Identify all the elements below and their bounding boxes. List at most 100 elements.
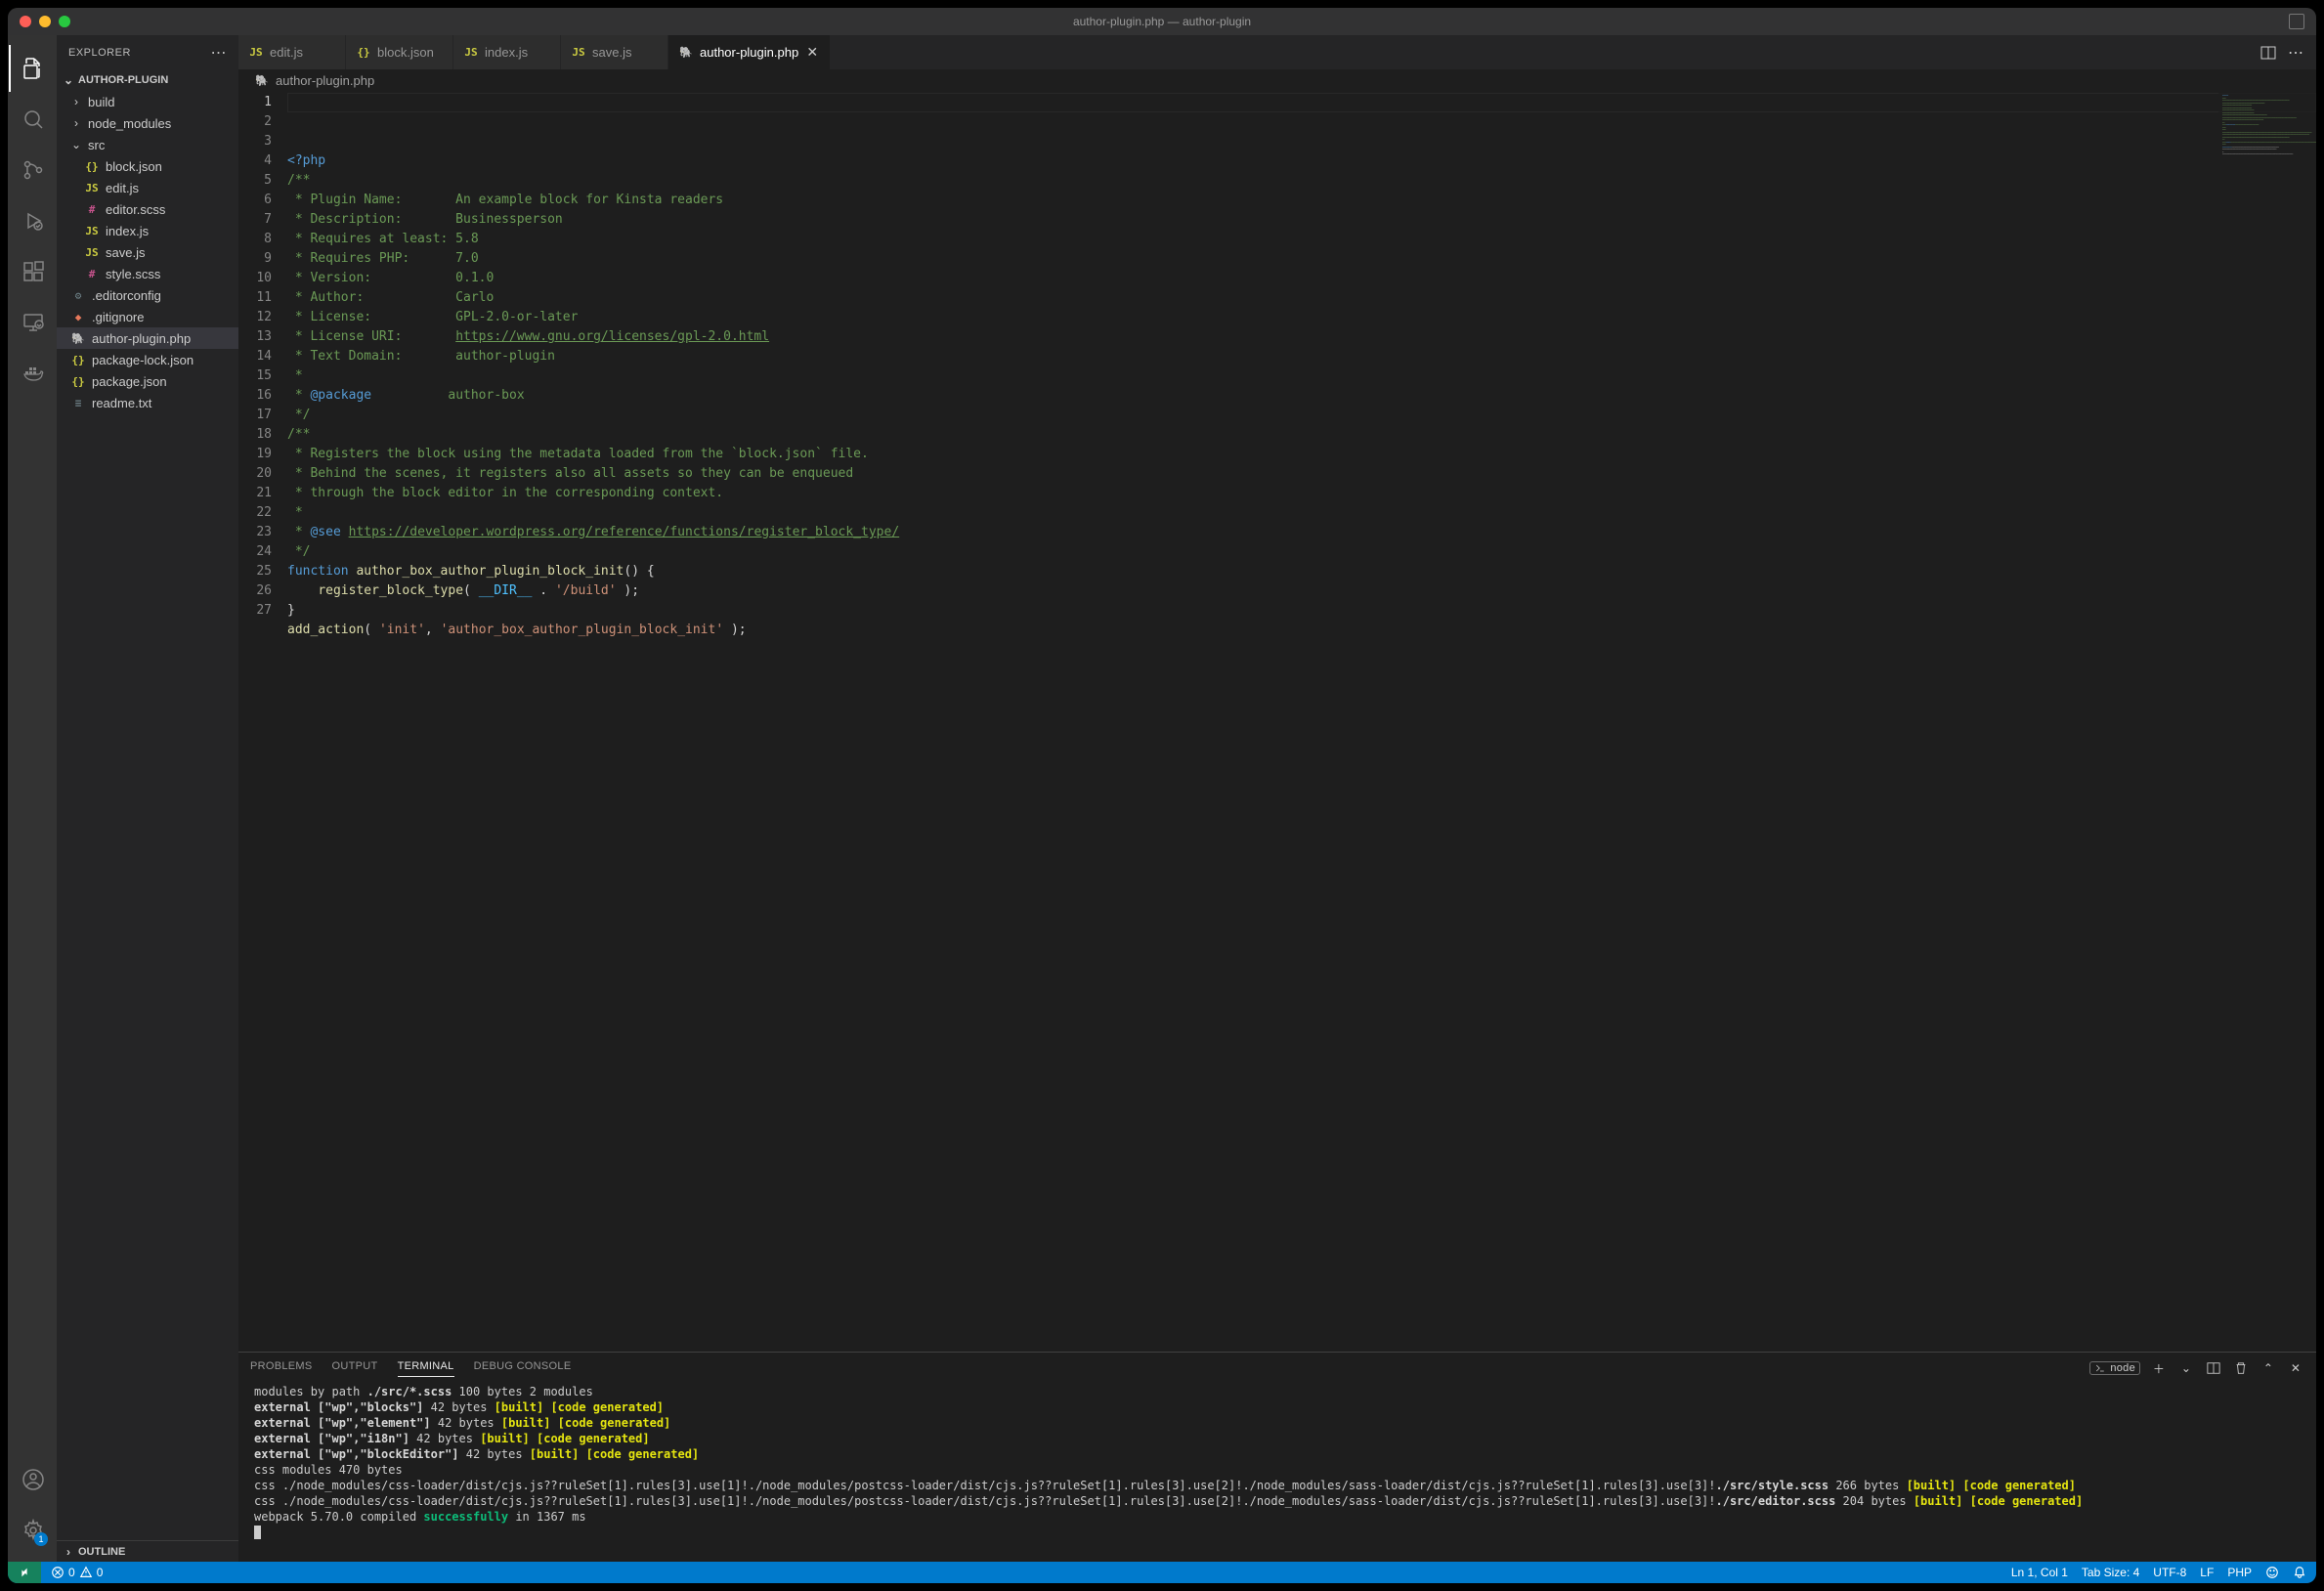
- encoding[interactable]: UTF-8: [2153, 1566, 2186, 1579]
- folder-label: build: [88, 95, 114, 109]
- tree-item-build[interactable]: › build: [57, 91, 238, 112]
- code-content[interactable]: <?php/** * Plugin Name: An example block…: [287, 91, 2316, 1352]
- tab-author-plugin.php[interactable]: 🐘author-plugin.php✕: [668, 35, 831, 69]
- source-control-icon[interactable]: [9, 147, 56, 194]
- terminal-process-name: node: [2110, 1362, 2135, 1374]
- tab-size[interactable]: Tab Size: 4: [2082, 1566, 2139, 1579]
- breadcrumb[interactable]: 🐘 author-plugin.php: [238, 69, 2316, 91]
- notifications-icon[interactable]: [2293, 1566, 2306, 1579]
- bottom-panel: PROBLEMS OUTPUT TERMINAL DEBUG CONSOLE node…: [238, 1352, 2316, 1562]
- tree-item-package.json[interactable]: {}package.json: [57, 370, 238, 392]
- window-controls: [8, 16, 70, 27]
- chevron-icon: ⌄: [70, 138, 82, 151]
- panel-tab-debug console[interactable]: DEBUG CONSOLE: [474, 1360, 572, 1377]
- tab-edit.js[interactable]: JSedit.js: [238, 35, 346, 69]
- sidebar-title: EXPLORER: [68, 47, 131, 59]
- js-icon: JS: [84, 182, 100, 194]
- close-window-icon[interactable]: [20, 16, 31, 27]
- workspace-header[interactable]: ⌄ AUTHOR-PLUGIN: [57, 69, 238, 91]
- extensions-icon[interactable]: [9, 248, 56, 295]
- run-debug-icon[interactable]: [9, 197, 56, 244]
- trash-icon[interactable]: [2232, 1359, 2250, 1377]
- tree-item-src[interactable]: ⌄ src: [57, 134, 238, 155]
- tree-item-save.js[interactable]: JSsave.js: [57, 241, 238, 263]
- editor-tabs: JSedit.js{}block.jsonJSindex.jsJSsave.js…: [238, 35, 2316, 69]
- txt-icon: ≡: [70, 397, 86, 409]
- close-panel-icon[interactable]: ✕: [2287, 1359, 2304, 1377]
- docker-icon[interactable]: [9, 350, 56, 397]
- new-terminal-icon[interactable]: ＋: [2150, 1359, 2168, 1377]
- status-bar: 0 0 Ln 1, Col 1 Tab Size: 4 UTF-8 LF PHP: [8, 1562, 2316, 1583]
- sidebar-more-icon[interactable]: ⋯: [211, 43, 228, 63]
- terminal-dropdown-icon[interactable]: ⌄: [2177, 1359, 2195, 1377]
- js-icon: JS: [84, 225, 100, 237]
- workspace-name: AUTHOR-PLUGIN: [78, 74, 168, 86]
- file-label: author-plugin.php: [92, 331, 191, 346]
- tree-item-.gitignore[interactable]: ◆.gitignore: [57, 306, 238, 327]
- terminal-process[interactable]: node: [2089, 1361, 2140, 1375]
- file-label: package-lock.json: [92, 353, 194, 367]
- tree-item-node_modules[interactable]: ›node_modules: [57, 112, 238, 134]
- tree-item-edit.js[interactable]: JS edit.js: [57, 177, 238, 198]
- js-icon: JS: [84, 246, 100, 259]
- warning-count: 0: [97, 1566, 104, 1579]
- cfg-icon: ⚙: [70, 289, 86, 302]
- tab-label: block.json: [377, 45, 434, 60]
- file-label: edit.js: [106, 181, 139, 195]
- tab-label: save.js: [592, 45, 631, 60]
- tree-item-style.scss[interactable]: #style.scss: [57, 263, 238, 284]
- settings-badge: 1: [34, 1532, 48, 1546]
- tree-item-block.json[interactable]: {} block.json: [57, 155, 238, 177]
- editor[interactable]: 1234567891011121314151617181920212223242…: [238, 91, 2316, 1352]
- split-editor-icon[interactable]: [2259, 44, 2277, 62]
- eol[interactable]: LF: [2200, 1566, 2214, 1579]
- tree-item-author-plugin.php[interactable]: 🐘author-plugin.php: [57, 327, 238, 349]
- chevron-icon: ›: [70, 95, 82, 108]
- remote-button[interactable]: [8, 1562, 41, 1583]
- explorer-icon[interactable]: [9, 45, 56, 92]
- panel-tab-problems[interactable]: PROBLEMS: [250, 1360, 313, 1377]
- tree-item-readme.txt[interactable]: ≡readme.txt: [57, 392, 238, 413]
- minimize-window-icon[interactable]: [39, 16, 51, 27]
- remote-explorer-icon[interactable]: [9, 299, 56, 346]
- settings-gear-icon[interactable]: 1: [9, 1507, 56, 1554]
- layout-toggle-icon[interactable]: [2289, 14, 2304, 29]
- tree-item-index.js[interactable]: JSindex.js: [57, 220, 238, 241]
- tree-item-.editorconfig[interactable]: ⚙ .editorconfig: [57, 284, 238, 306]
- folder-label: src: [88, 138, 105, 152]
- maximize-window-icon[interactable]: [59, 16, 70, 27]
- maximize-panel-icon[interactable]: ⌃: [2259, 1359, 2277, 1377]
- sidebar-header: EXPLORER ⋯: [57, 35, 238, 69]
- json-icon: {}: [84, 160, 100, 173]
- language-mode[interactable]: PHP: [2227, 1566, 2252, 1579]
- error-count: 0: [68, 1566, 75, 1579]
- tab-block.json[interactable]: {}block.json: [346, 35, 453, 69]
- outline-header[interactable]: › OUTLINE: [57, 1540, 238, 1562]
- problems-status[interactable]: 0 0: [51, 1566, 103, 1579]
- file-label: package.json: [92, 374, 167, 389]
- outline-label: OUTLINE: [78, 1546, 125, 1558]
- more-actions-icon[interactable]: ⋯: [2287, 44, 2304, 62]
- panel-tab-terminal[interactable]: TERMINAL: [398, 1360, 454, 1377]
- feedback-icon[interactable]: [2265, 1566, 2279, 1579]
- minimap[interactable]: ▬▬▬▬▬▬▬▬▬▬▬▬▬▬▬▬▬▬▬▬▬▬▬▬▬▬▬▬▬▬▬▬▬▬▬▬▬▬▬▬…: [2218, 91, 2316, 1352]
- search-icon[interactable]: [9, 96, 56, 143]
- accounts-icon[interactable]: [9, 1456, 56, 1503]
- split-terminal-icon[interactable]: [2205, 1359, 2222, 1377]
- terminal-output[interactable]: modules by path ./src/*.scss 100 bytes 2…: [238, 1384, 2316, 1562]
- sidebar: EXPLORER ⋯ ⌄ AUTHOR-PLUGIN › build ›node_m…: [57, 35, 238, 1562]
- close-tab-icon[interactable]: ✕: [804, 45, 820, 61]
- file-tree: ⌄ AUTHOR-PLUGIN › build ›node_modules ⌄ src {…: [57, 69, 238, 1540]
- tree-item-editor.scss[interactable]: #editor.scss: [57, 198, 238, 220]
- file-label: .editorconfig: [92, 288, 161, 303]
- tree-item-package-lock.json[interactable]: {}package-lock.json: [57, 349, 238, 370]
- panel-tab-output[interactable]: OUTPUT: [332, 1360, 378, 1377]
- tab-index.js[interactable]: JSindex.js: [453, 35, 561, 69]
- folder-label: node_modules: [88, 116, 171, 131]
- tab-save.js[interactable]: JSsave.js: [561, 35, 668, 69]
- cursor-position[interactable]: Ln 1, Col 1: [2011, 1566, 2068, 1579]
- window-title: author-plugin.php — author-plugin: [1073, 15, 1251, 28]
- git-icon: ◆: [70, 311, 86, 323]
- file-label: block.json: [106, 159, 162, 174]
- js-icon: JS: [463, 46, 479, 59]
